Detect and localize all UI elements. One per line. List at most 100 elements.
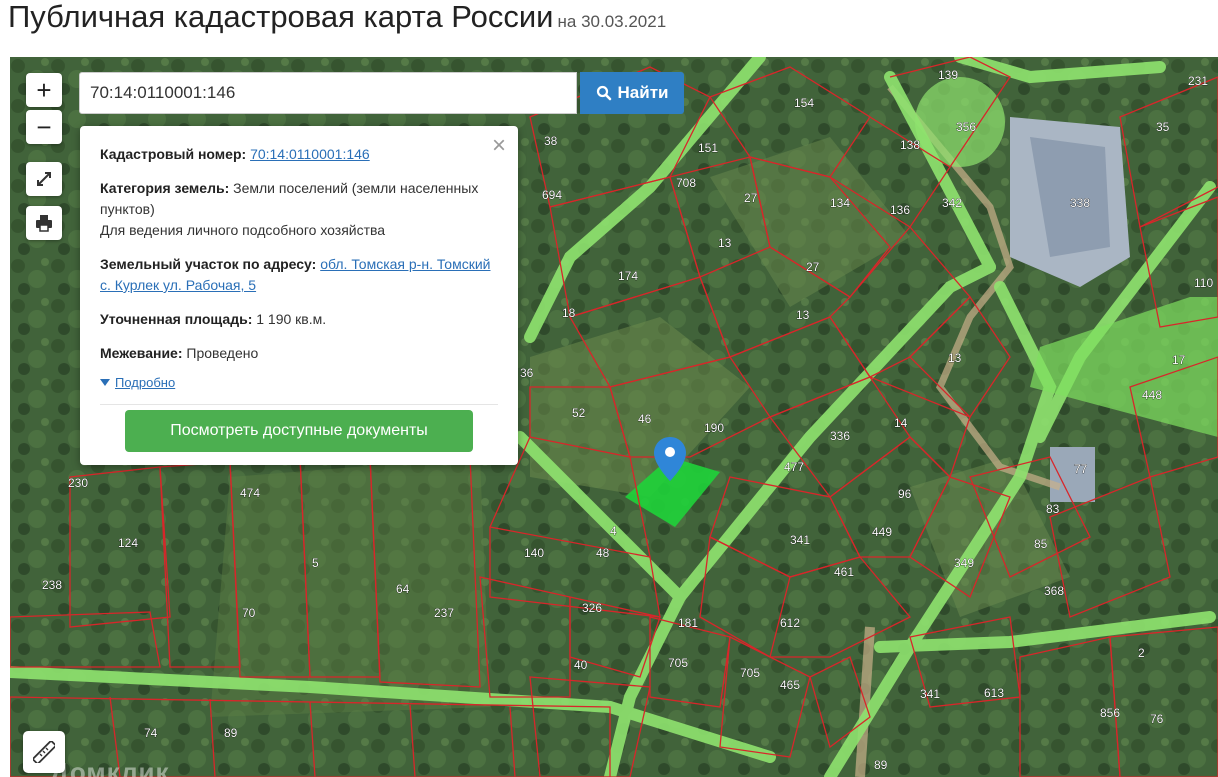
parcel-label: 474	[240, 486, 260, 500]
parcel-label: 38	[544, 134, 558, 148]
parcel-label: 76	[1150, 712, 1164, 726]
parcel-label: 326	[582, 601, 602, 615]
parcel-label: 694	[542, 188, 562, 202]
parcel-label: 338	[1070, 196, 1090, 210]
view-documents-label: Посмотреть доступные документы	[170, 422, 428, 439]
search-input-value: 70:14:0110001:146	[90, 83, 236, 102]
parcel-label: 356	[956, 120, 976, 134]
parcel-label: 124	[118, 536, 138, 550]
parcel-label: 465	[780, 678, 800, 692]
parcel-label: 448	[1142, 388, 1162, 402]
parcel-label: 13	[948, 351, 962, 365]
parcel-label: 612	[780, 616, 800, 630]
land-category-label: Категория земель:	[100, 180, 230, 196]
search-input[interactable]: 70:14:0110001:146	[79, 72, 577, 114]
zoom-out-label: −	[36, 111, 52, 142]
parcel-label: 77	[1074, 462, 1088, 476]
parcel-label: 14	[894, 416, 908, 430]
area-row: Уточненная площадь: 1 190 кв.м.	[100, 309, 498, 330]
parcel-label: 89	[224, 726, 238, 740]
parcel-label: 856	[1100, 706, 1120, 720]
view-documents-button[interactable]: Посмотреть доступные документы	[125, 410, 473, 452]
parcel-label: 151	[698, 141, 718, 155]
parcel-label: 336	[830, 429, 850, 443]
parcel-info-popup: × Кадастровый номер: 70:14:0110001:146 К…	[80, 126, 518, 465]
parcel-label: 136	[890, 203, 910, 217]
details-toggle[interactable]: Подробно	[100, 375, 498, 390]
parcel-label: 140	[524, 546, 544, 560]
zoom-in-label: +	[36, 74, 52, 105]
parcel-label: 52	[572, 406, 586, 420]
page-title: Публичная кадастровая карта России на 30.…	[8, 0, 666, 39]
parcel-label: 230	[68, 476, 88, 490]
map-watermark: Домклик	[50, 757, 170, 777]
ruler-icon	[33, 741, 55, 763]
parcel-label: 705	[740, 666, 760, 680]
details-link: Подробно	[115, 375, 176, 390]
parcel-label: 477	[784, 460, 804, 474]
cadastral-number-row: Кадастровый номер: 70:14:0110001:146	[100, 144, 498, 165]
parcel-label: 231	[1188, 74, 1208, 88]
parcel-label: 613	[984, 686, 1004, 700]
printer-icon	[36, 215, 52, 232]
parcel-label: 154	[794, 96, 814, 110]
parcel-label: 341	[920, 687, 940, 701]
fullscreen-button[interactable]	[26, 162, 62, 196]
parcel-label: 181	[678, 616, 698, 630]
parcel-label: 64	[396, 582, 410, 596]
land-category-row: Категория земель: Земли поселений (земли…	[100, 178, 498, 241]
parcel-label: 48	[596, 546, 610, 560]
zoom-out-button[interactable]: −	[26, 110, 62, 144]
parcel-label: 74	[144, 726, 158, 740]
parcel-label: 35	[1156, 120, 1170, 134]
parcel-label: 13	[796, 308, 810, 322]
parcel-label: 5	[312, 556, 319, 570]
parcel-label: 341	[790, 533, 810, 547]
expand-icon	[37, 172, 51, 186]
measure-button[interactable]	[23, 731, 65, 773]
search-button-label: Найти	[617, 83, 669, 102]
parcel-label: 4	[610, 524, 617, 538]
survey-label: Межевание:	[100, 345, 183, 361]
parcel-label: 190	[704, 421, 724, 435]
zoom-in-button[interactable]: +	[26, 73, 62, 107]
address-row: Земельный участок по адресу: обл. Томска…	[100, 254, 498, 296]
address-label: Земельный участок по адресу:	[100, 256, 317, 272]
parcel-label: 17	[1172, 353, 1186, 367]
parcel-label: 138	[900, 138, 920, 152]
parcel-label: 89	[874, 758, 888, 772]
search-icon	[596, 85, 611, 101]
parcel-label: 134	[830, 196, 850, 210]
parcel-label: 13	[718, 236, 732, 250]
popup-divider	[100, 404, 498, 405]
parcel-label: 237	[434, 606, 454, 620]
parcel-label: 27	[744, 191, 758, 205]
parcel-label: 708	[676, 176, 696, 190]
parcel-label: 461	[834, 565, 854, 579]
search-button[interactable]: Найти	[580, 72, 684, 114]
parcel-label: 705	[668, 656, 688, 670]
parcel-label: 349	[954, 556, 974, 570]
parcel-label: 96	[898, 487, 912, 501]
parcel-label: 46	[638, 412, 652, 426]
parcel-label: 18	[562, 306, 576, 320]
land-usage-value: Для ведения личного подсобного хозяйства	[100, 222, 386, 238]
parcel-label: 85	[1034, 537, 1048, 551]
area-label: Уточненная площадь:	[100, 311, 253, 327]
parcel-label: 342	[942, 196, 962, 210]
caret-down-icon	[100, 379, 110, 386]
parcel-label: 139	[938, 68, 958, 82]
parcel-label: 27	[806, 260, 820, 274]
survey-row: Межевание: Проведено	[100, 343, 498, 364]
area-value: 1 190 кв.м.	[256, 311, 327, 327]
close-icon[interactable]: ×	[492, 132, 506, 160]
parcel-label: 174	[618, 269, 638, 283]
parcel-label: 70	[242, 606, 256, 620]
survey-value: Проведено	[186, 345, 259, 361]
page-date: на 30.03.2021	[557, 12, 667, 31]
parcel-label: 368	[1044, 584, 1064, 598]
parcel-label: 36	[520, 366, 534, 380]
print-button[interactable]	[26, 206, 62, 240]
cadastral-number-link[interactable]: 70:14:0110001:146	[250, 146, 370, 162]
parcel-label: 40	[574, 658, 588, 672]
